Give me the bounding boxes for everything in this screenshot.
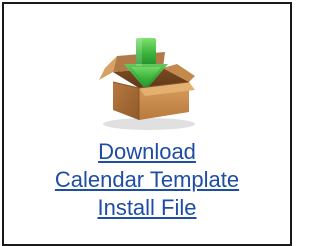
download-link-line-1[interactable]: Download (4, 138, 290, 166)
download-box-icon[interactable] (91, 28, 203, 132)
download-icon-link[interactable] (4, 28, 290, 132)
download-card: Download Calendar Template Install File (2, 2, 292, 246)
download-link-line-2[interactable]: Calendar Template (4, 166, 290, 194)
download-link-text-3[interactable]: Install File (97, 195, 196, 220)
download-link-text-1[interactable]: Download (98, 139, 196, 164)
download-link[interactable]: Download Calendar Template Install File (4, 138, 290, 222)
download-link-line-3[interactable]: Install File (4, 194, 290, 222)
download-link-text-2[interactable]: Calendar Template (55, 167, 239, 192)
